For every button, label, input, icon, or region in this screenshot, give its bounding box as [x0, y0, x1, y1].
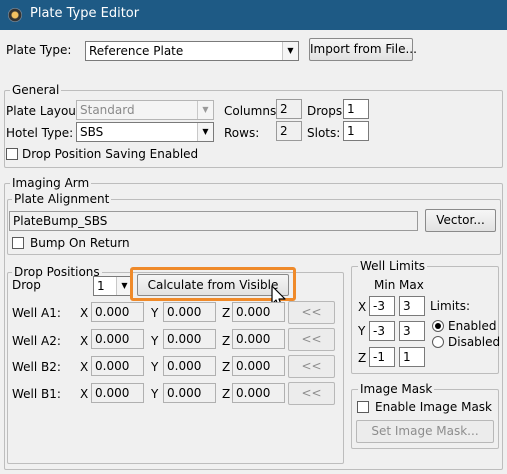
y-limit-label: Y — [358, 324, 366, 338]
enable-image-mask-checkbox[interactable] — [357, 401, 369, 413]
drop-label: Drop — [12, 278, 41, 292]
calculate-from-visible-button[interactable]: Calculate from Visible — [137, 274, 289, 296]
well-a2-copy-button[interactable]: << — [288, 328, 335, 351]
chevron-down-icon[interactable]: ▼ — [197, 123, 213, 141]
window-title: Plate Type Editor — [30, 6, 140, 21]
limits-disabled-radio[interactable] — [432, 336, 444, 348]
well-a1-copy-button[interactable]: << — [288, 301, 335, 324]
drop-dropdown[interactable]: 1 ▼ — [93, 276, 133, 296]
limits-disabled-label: Disabled — [448, 335, 501, 349]
well-b2-y-field[interactable]: 0.000 — [163, 356, 216, 376]
y-axis-label: Y — [151, 306, 159, 320]
plate-layout-value: Standard — [80, 103, 135, 117]
plate-layout-dropdown: Standard ▼ — [76, 100, 214, 120]
imaging-arm-group-title: Imaging Arm — [10, 176, 92, 190]
hotel-type-label: Hotel Type: — [6, 126, 74, 140]
plate-type-label: Plate Type: — [6, 43, 72, 57]
app-icon — [8, 8, 22, 22]
slots-field[interactable]: 1 — [343, 121, 369, 141]
drop-position-saving-checkbox[interactable] — [6, 148, 18, 160]
well-b2-z-field[interactable]: 0.000 — [232, 356, 285, 376]
min-label: Min — [374, 278, 396, 292]
rows-field: 2 — [276, 121, 302, 141]
well-a1-z-field[interactable]: 0.000 — [232, 302, 285, 322]
drops-label: Drops: — [307, 104, 347, 118]
z-limit-label: Z — [358, 351, 367, 365]
drop-position-saving-label: Drop Position Saving Enabled — [22, 147, 199, 161]
z-axis-label: Z — [222, 360, 231, 374]
well-b1-x-field[interactable]: 0.000 — [91, 383, 144, 403]
plate-layout-label: Plate Layout: — [6, 104, 85, 118]
chevron-down-icon[interactable]: ▼ — [282, 42, 298, 60]
well-a2-z-field[interactable]: 0.000 — [232, 329, 285, 349]
image-mask-group-title: Image Mask — [358, 382, 435, 396]
title-bar: Plate Type Editor — [0, 0, 507, 30]
plate-type-dropdown[interactable]: Reference Plate ▼ — [85, 41, 299, 61]
z-max-field[interactable]: 1 — [399, 347, 425, 367]
y-axis-label: Y — [151, 387, 159, 401]
x-axis-label: X — [80, 360, 89, 374]
columns-label: Columns: — [224, 104, 281, 118]
hotel-type-value: SBS — [80, 125, 104, 139]
import-from-file-button[interactable]: Import from File... — [309, 38, 417, 61]
well-a2-y-field[interactable]: 0.000 — [163, 329, 216, 349]
enable-image-mask-label: Enable Image Mask — [375, 400, 492, 414]
well-a2-label: Well A2: — [12, 334, 61, 348]
x-max-field[interactable]: 3 — [399, 296, 425, 316]
limits-label: Limits: — [430, 299, 471, 313]
set-image-mask-button[interactable]: Set Image Mask... — [356, 420, 494, 443]
y-axis-label: Y — [151, 360, 159, 374]
y-min-field[interactable]: -3 — [369, 321, 395, 341]
z-axis-label: Z — [222, 306, 231, 320]
general-group-title: General — [10, 83, 62, 97]
drop-value: 1 — [97, 279, 105, 293]
well-a2-x-field[interactable]: 0.000 — [91, 329, 144, 349]
vector-button[interactable]: Vector... — [425, 209, 496, 232]
plate-alignment-group-title: Plate Alignment — [12, 192, 112, 206]
z-axis-label: Z — [222, 387, 231, 401]
x-min-field[interactable]: -3 — [369, 296, 395, 316]
y-max-field[interactable]: 3 — [399, 321, 425, 341]
chevron-down-icon: ▼ — [197, 101, 213, 119]
well-b2-label: Well B2: — [12, 360, 61, 374]
bump-on-return-label: Bump On Return — [30, 236, 130, 250]
well-a1-label: Well A1: — [12, 306, 61, 320]
x-axis-label: X — [80, 334, 89, 348]
well-b2-copy-button[interactable]: << — [288, 355, 335, 378]
x-axis-label: X — [80, 387, 89, 401]
well-b1-label: Well B1: — [12, 387, 61, 401]
x-limit-label: X — [358, 300, 367, 314]
well-b1-z-field[interactable]: 0.000 — [232, 383, 285, 403]
x-axis-label: X — [80, 306, 89, 320]
z-min-field[interactable]: -1 — [369, 347, 395, 367]
hotel-type-dropdown[interactable]: SBS ▼ — [76, 122, 214, 142]
well-b1-y-field[interactable]: 0.000 — [163, 383, 216, 403]
limits-enabled-label: Enabled — [448, 319, 497, 333]
bump-on-return-checkbox[interactable] — [12, 237, 24, 249]
columns-field: 2 — [276, 99, 302, 119]
slots-label: Slots: — [307, 126, 341, 140]
drops-field[interactable]: 1 — [343, 99, 369, 119]
well-b1-copy-button[interactable]: << — [288, 382, 335, 405]
plate-type-value: Reference Plate — [89, 44, 184, 58]
y-axis-label: Y — [151, 334, 159, 348]
rows-label: Rows: — [224, 126, 260, 140]
plate-alignment-field[interactable]: PlateBump_SBS — [9, 211, 418, 231]
limits-enabled-radio[interactable] — [432, 320, 444, 332]
max-label: Max — [399, 278, 424, 292]
z-axis-label: Z — [222, 334, 231, 348]
well-b2-x-field[interactable]: 0.000 — [91, 356, 144, 376]
drop-positions-group-title: Drop Positions — [12, 265, 102, 279]
well-a1-x-field[interactable]: 0.000 — [91, 302, 144, 322]
well-limits-group-title: Well Limits — [358, 259, 428, 273]
well-a1-y-field[interactable]: 0.000 — [163, 302, 216, 322]
